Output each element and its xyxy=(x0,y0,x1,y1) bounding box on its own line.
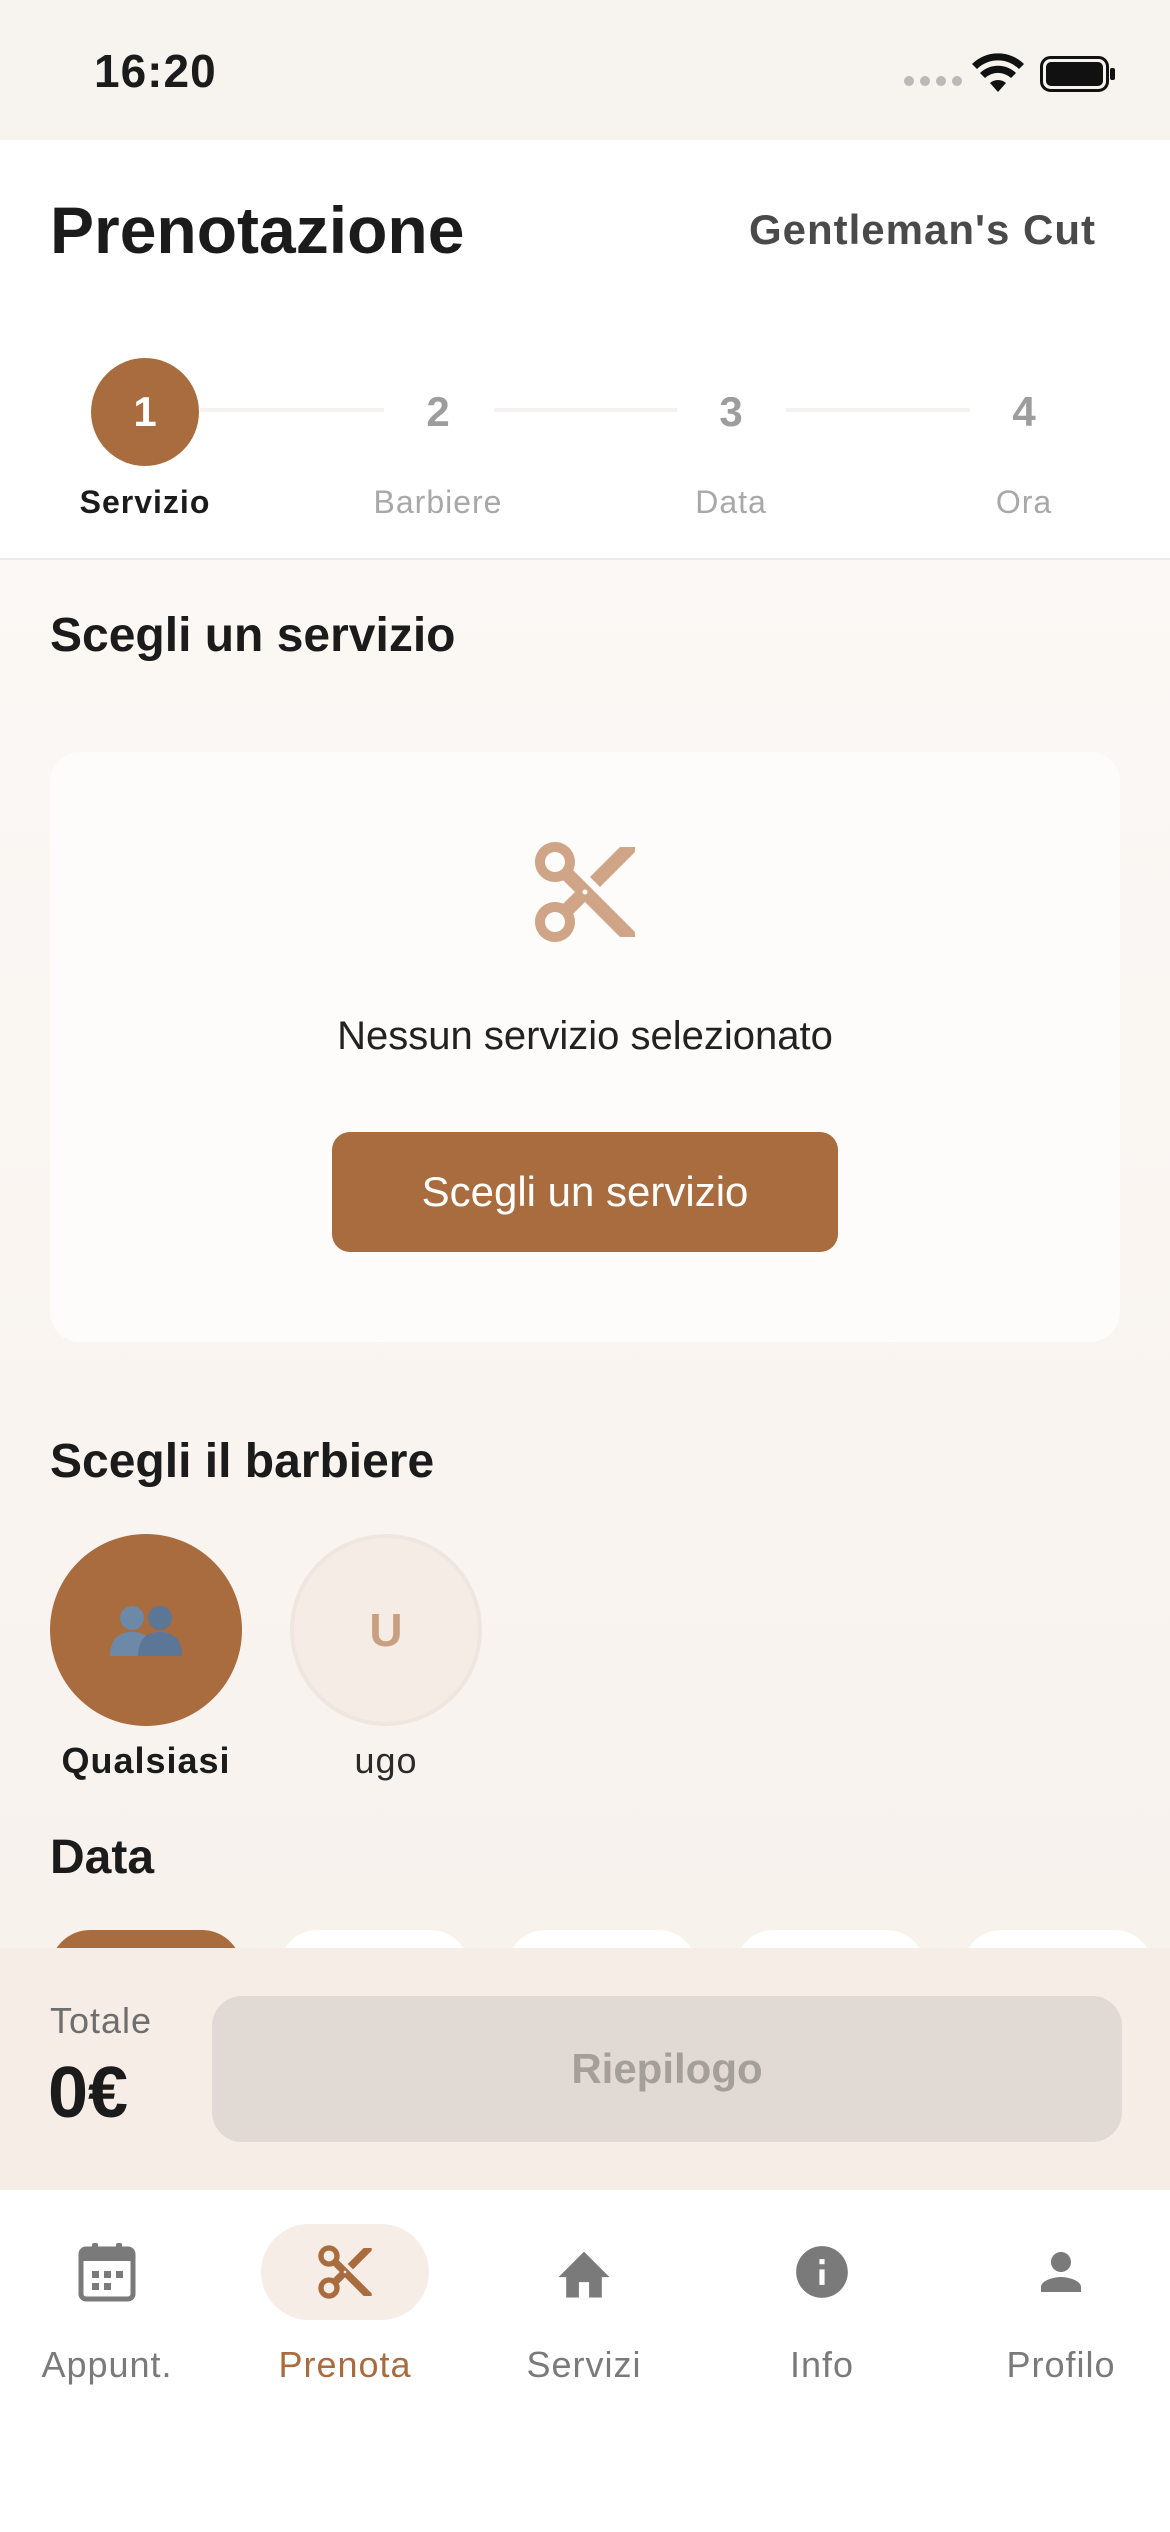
scissors-icon xyxy=(318,2245,372,2299)
page-title: Prenotazione xyxy=(50,193,465,267)
group-icon xyxy=(110,1606,182,1656)
total-label: Totale xyxy=(50,2000,153,2041)
nav-label: Appunt. xyxy=(41,2344,173,2385)
step-label: Servizio xyxy=(79,484,211,520)
step-label: Barbiere xyxy=(373,484,503,520)
nav-label: Prenota xyxy=(278,2344,412,2385)
nav-label: Info xyxy=(789,2344,855,2385)
summary-button[interactable]: Riepilogo xyxy=(212,1996,1122,2142)
nav-item-prenota[interactable]: Prenota xyxy=(235,2224,455,2386)
empty-service-text: Nessun servizio selezionato xyxy=(337,1014,833,1058)
info-icon xyxy=(796,2246,848,2298)
shop-name: Gentleman's Cut xyxy=(748,206,1096,253)
status-bar: 16:20 xyxy=(0,0,1170,140)
service-section-title: Scegli un servizio xyxy=(50,609,456,662)
scissors-icon xyxy=(535,842,635,942)
date-chip[interactable] xyxy=(962,1930,1154,1948)
step-label: Ora xyxy=(995,484,1053,520)
bottom-nav: Appunt. Prenota Servizi Info Profilo xyxy=(0,2190,1170,2532)
date-chip[interactable] xyxy=(50,1930,242,1948)
nav-icon-container xyxy=(977,2224,1145,2320)
step-number: 2 xyxy=(384,358,492,466)
booking-stepper: 1 Servizio 2 Barbiere 3 Data 4 Ora xyxy=(0,358,1170,538)
choose-service-button[interactable]: Scegli un servizio xyxy=(332,1132,838,1252)
nav-item-appuntamenti[interactable]: Appunt. xyxy=(0,2224,217,2386)
step-servizio[interactable]: 1 Servizio xyxy=(25,358,265,521)
booking-content[interactable]: Scegli un servizio Nessun servizio selez… xyxy=(0,560,1170,1948)
person-icon xyxy=(1041,2252,1081,2292)
barber-option-ugo[interactable]: U ugo xyxy=(286,1534,486,1782)
nav-label: Servizi xyxy=(526,2344,642,2385)
signal-icon xyxy=(904,76,962,86)
date-chip[interactable] xyxy=(278,1930,470,1948)
barber-name: Qualsiasi xyxy=(61,1740,231,1781)
nav-icon-container xyxy=(261,2224,429,2320)
barber-name: ugo xyxy=(354,1740,418,1781)
step-number: 1 xyxy=(91,358,199,466)
avatar: U xyxy=(290,1534,482,1726)
wifi-icon xyxy=(972,53,1024,92)
date-section-title: Data xyxy=(50,1831,155,1884)
step-number: 4 xyxy=(970,358,1078,466)
nav-icon-container xyxy=(23,2224,191,2320)
nav-item-info[interactable]: Info xyxy=(712,2224,932,2386)
calendar-icon xyxy=(78,2243,136,2302)
barber-option-qualsiasi[interactable]: Qualsiasi xyxy=(46,1534,246,1782)
service-card: Nessun servizio selezionato Scegli un se… xyxy=(50,752,1120,1342)
status-time: 16:20 xyxy=(94,45,217,97)
date-chip[interactable] xyxy=(506,1930,698,1948)
header: Prenotazione Gentleman's Cut 1 Servizio … xyxy=(0,140,1170,560)
nav-icon-container xyxy=(738,2224,906,2320)
home-icon xyxy=(558,2251,610,2298)
nav-item-servizi[interactable]: Servizi xyxy=(474,2224,694,2386)
total-value: 0€ xyxy=(48,2053,129,2133)
step-ora[interactable]: 4 Ora xyxy=(904,358,1144,521)
step-data[interactable]: 3 Data xyxy=(611,358,851,521)
step-number: 3 xyxy=(677,358,785,466)
nav-item-profilo[interactable]: Profilo xyxy=(951,2224,1170,2386)
step-label: Data xyxy=(695,484,767,520)
avatar xyxy=(50,1534,242,1726)
date-chip[interactable] xyxy=(734,1930,926,1948)
battery-icon xyxy=(1040,56,1115,92)
barber-section-title: Scegli il barbiere xyxy=(50,1435,435,1488)
nav-label: Profilo xyxy=(1006,2344,1116,2385)
summary-bar: Totale 0€ Riepilogo xyxy=(0,1948,1170,2190)
nav-icon-container xyxy=(500,2224,668,2320)
step-barbiere[interactable]: 2 Barbiere xyxy=(318,358,558,521)
